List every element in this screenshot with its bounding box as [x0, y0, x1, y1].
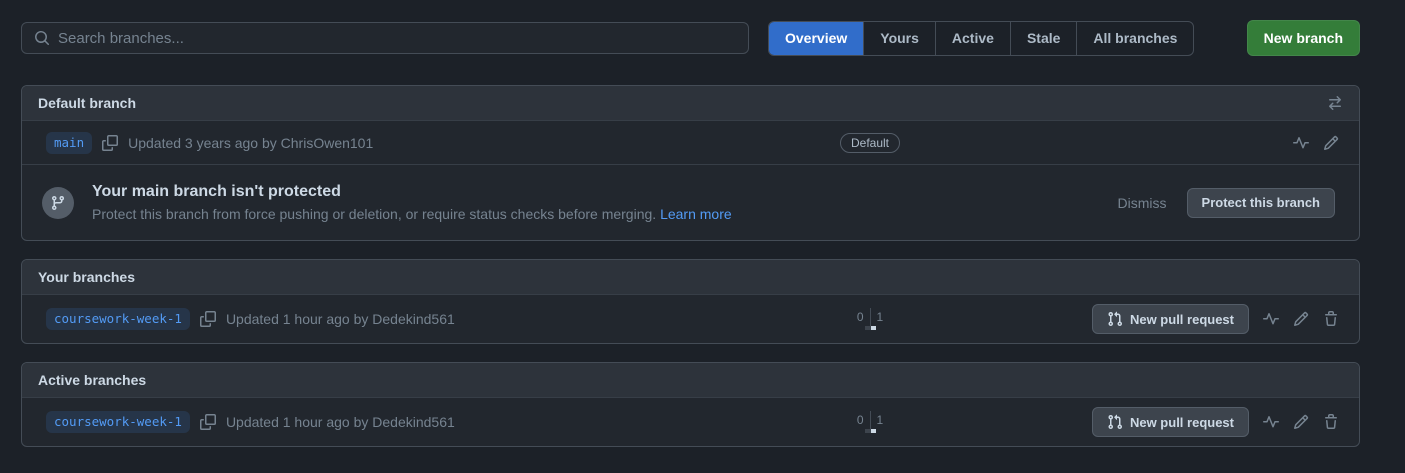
git-pull-request-icon [1107, 414, 1123, 430]
your-branches-header: Your branches [22, 260, 1359, 295]
branch-activity-button[interactable] [1293, 135, 1309, 151]
ahead-behind-numbers: 0 1 [857, 411, 883, 429]
default-branch-row: main Updated 3 years ago by ChrisOwen101… [22, 121, 1359, 164]
rename-branch-button[interactable] [1293, 311, 1309, 327]
tab-stale[interactable]: Stale [1011, 22, 1077, 55]
delete-branch-button[interactable] [1323, 414, 1339, 430]
delete-branch-button[interactable] [1323, 311, 1339, 327]
new-pull-request-button[interactable]: New pull request [1092, 304, 1249, 334]
tab-yours[interactable]: Yours [864, 22, 936, 55]
copy-branch-name-button[interactable] [200, 414, 216, 430]
arrow-switch-icon [1327, 95, 1343, 111]
ahead-behind-bars [865, 429, 876, 433]
row-actions: New pull request [1092, 304, 1343, 334]
behind-count: 0 [857, 413, 870, 427]
new-branch-button[interactable]: New branch [1247, 20, 1360, 56]
search-input[interactable] [58, 30, 736, 47]
trash-icon [1323, 311, 1339, 327]
copy-branch-name-button[interactable] [200, 311, 216, 327]
copy-branch-name-button[interactable] [102, 135, 118, 151]
new-pull-request-label: New pull request [1130, 312, 1234, 327]
branch-link[interactable]: main [46, 132, 92, 154]
toolbar: Overview Yours Active Stale All branches… [21, 20, 1360, 56]
dismiss-button[interactable]: Dismiss [1118, 195, 1167, 211]
row-actions: New pull request [1092, 407, 1343, 437]
branch-info: coursework-week-1 Updated 1 hour ago by … [38, 411, 830, 433]
notice-avatar [42, 187, 74, 219]
pulse-icon [1263, 311, 1279, 327]
branch-filter-tabs: Overview Yours Active Stale All branches [768, 21, 1194, 56]
copy-icon [102, 135, 118, 151]
branches-page: Overview Yours Active Stale All branches… [0, 0, 1405, 473]
ahead-count: 1 [871, 310, 884, 324]
protect-branch-button[interactable]: Protect this branch [1187, 188, 1335, 218]
search-icon [34, 30, 50, 46]
ahead-behind-counter: 0 1 [830, 308, 910, 330]
branch-updated-text: Updated 1 hour ago by Dedekind561 [226, 311, 455, 327]
branch-row: coursework-week-1 Updated 1 hour ago by … [22, 398, 1359, 446]
new-pull-request-label: New pull request [1130, 415, 1234, 430]
branch-info: coursework-week-1 Updated 1 hour ago by … [38, 308, 830, 330]
ahead-behind-numbers: 0 1 [857, 308, 883, 326]
search-box[interactable] [21, 22, 749, 54]
pulse-icon [1293, 135, 1309, 151]
notice-description: Protect this branch from force pushing o… [92, 206, 1100, 222]
ahead-bar [871, 326, 876, 330]
pencil-icon [1323, 135, 1339, 151]
panel-title: Your branches [38, 269, 135, 285]
tab-all-branches[interactable]: All branches [1077, 22, 1193, 55]
new-pull-request-button[interactable]: New pull request [1092, 407, 1249, 437]
branch-link[interactable]: coursework-week-1 [46, 308, 190, 330]
notice-actions: Dismiss Protect this branch [1118, 188, 1339, 218]
branch-activity-button[interactable] [1263, 414, 1279, 430]
git-pull-request-icon [1107, 311, 1123, 327]
ahead-count: 1 [871, 413, 884, 427]
branch-info: main Updated 3 years ago by ChrisOwen101 [38, 132, 830, 154]
pencil-icon [1293, 311, 1309, 327]
branch-updated-text: Updated 1 hour ago by Dedekind561 [226, 414, 455, 430]
learn-more-link[interactable]: Learn more [660, 206, 732, 222]
default-badge: Default [840, 133, 900, 153]
default-badge-column: Default [830, 133, 910, 153]
behind-count: 0 [857, 310, 870, 324]
active-branches-panel: Active branches coursework-week-1 Update… [21, 362, 1360, 447]
copy-icon [200, 311, 216, 327]
branch-row: coursework-week-1 Updated 1 hour ago by … [22, 295, 1359, 343]
branch-protection-notice: Your main branch isn't protected Protect… [22, 164, 1359, 240]
ahead-bar [871, 429, 876, 433]
pencil-icon [1293, 414, 1309, 430]
panel-title: Default branch [38, 95, 136, 111]
default-branch-panel: Default branch main Updated 3 years ago … [21, 85, 1360, 241]
git-branch-icon [50, 195, 66, 211]
copy-icon [200, 414, 216, 430]
your-branches-panel: Your branches coursework-week-1 Updated … [21, 259, 1360, 344]
branch-updated-text: Updated 3 years ago by ChrisOwen101 [128, 135, 373, 151]
branch-activity-button[interactable] [1263, 311, 1279, 327]
rename-branch-button[interactable] [1323, 135, 1339, 151]
tab-active[interactable]: Active [936, 22, 1011, 55]
notice-description-text: Protect this branch from force pushing o… [92, 206, 656, 222]
trash-icon [1323, 414, 1339, 430]
row-actions [1293, 135, 1343, 151]
tab-overview[interactable]: Overview [769, 22, 864, 55]
notice-text: Your main branch isn't protected Protect… [92, 183, 1100, 222]
rename-branch-button[interactable] [1293, 414, 1309, 430]
pulse-icon [1263, 414, 1279, 430]
branch-link[interactable]: coursework-week-1 [46, 411, 190, 433]
panel-title: Active branches [38, 372, 146, 388]
switch-default-branch-button[interactable] [1327, 95, 1343, 111]
ahead-behind-bars [865, 326, 876, 330]
ahead-behind-counter: 0 1 [830, 411, 910, 433]
active-branches-header: Active branches [22, 363, 1359, 398]
notice-title: Your main branch isn't protected [92, 183, 1100, 201]
default-branch-header: Default branch [22, 86, 1359, 121]
